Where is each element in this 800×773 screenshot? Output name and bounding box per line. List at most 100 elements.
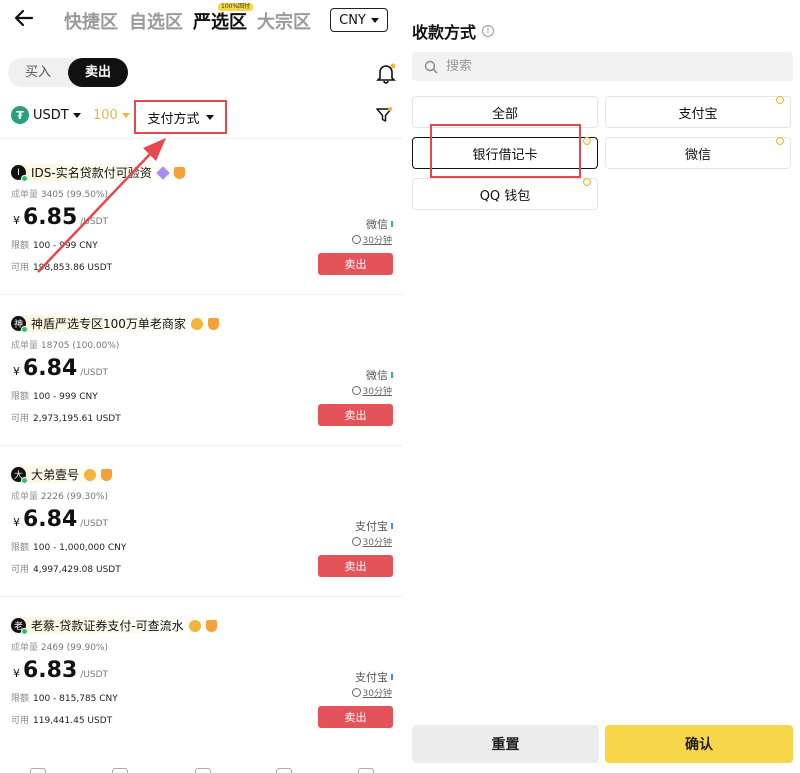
payment-method-text: 支付宝 <box>355 520 388 533</box>
price-unit: /USDT <box>80 217 109 227</box>
buy-sell-toggle: 买入 卖出 <box>8 58 128 87</box>
ad-card[interactable]: 老老蔡-贷款证券支付-可查流水成单量 2469 (99.90%) ¥6.83/US… <box>0 598 402 748</box>
confirm-button[interactable]: 确认 <box>605 725 793 763</box>
limit-label: 限额 <box>11 543 30 553</box>
avatar-letter: I <box>17 167 20 178</box>
coin-badge-icon <box>776 96 784 104</box>
chevron-down-icon <box>205 114 214 120</box>
online-dot-icon <box>21 628 28 635</box>
limit-value: 100 - 815,785 CNY <box>33 694 118 704</box>
available: 可用 4,997,429.08 USDT <box>11 562 121 575</box>
sell-button[interactable]: 卖出 <box>318 253 393 275</box>
tab-selected[interactable]: 严选区 <box>193 8 247 34</box>
merchant-name-text: 大弟壹号 <box>31 468 80 482</box>
payment-method-text: 微信 <box>366 218 388 231</box>
option-label: 全部 <box>491 106 518 122</box>
shield-badge-icon <box>173 166 185 179</box>
sell-button[interactable]: 卖出 <box>318 706 393 728</box>
payment-method-filter[interactable]: 支付方式 <box>134 100 227 134</box>
home-icon[interactable] <box>30 768 46 773</box>
merchant-name[interactable]: 老老蔡-贷款证券支付-可查流水 <box>11 617 225 635</box>
price: ¥6.84/USDT <box>13 356 108 381</box>
option-qq-wallet[interactable]: QQ 钱包 <box>412 178 598 210</box>
order-stats: 成单量 3405 (99.50%) <box>11 187 108 200</box>
available: 可用 119,441.45 USDT <box>11 713 112 726</box>
sell-tab[interactable]: 卖出 <box>68 58 128 87</box>
merchant-name[interactable]: 大大弟壹号 <box>11 466 121 484</box>
currency-selector[interactable]: CNY <box>330 8 388 32</box>
chevron-down-icon <box>72 112 81 118</box>
payment-method: 微信 <box>366 216 393 232</box>
notification-bell-icon[interactable] <box>375 62 397 84</box>
limit: 限额 100 - 999 CNY <box>11 238 98 251</box>
screen: 快捷区 自选区 严选区 100%回付 大宗区 CNY 买入 卖出 ₮ USDT <box>0 0 800 773</box>
asset-selector[interactable]: ₮ USDT <box>11 106 81 124</box>
limit: 限额 100 - 1,000,000 CNY <box>11 540 126 553</box>
pay-time-text: 30分钟 <box>362 387 392 397</box>
stats-value: 2226 (99.30%) <box>40 492 108 502</box>
stats-label: 成单量 <box>11 190 39 200</box>
sheet-title: 收款方式 i <box>412 19 495 43</box>
merchant-name-text: IDS-实名贷款付可验资 <box>31 166 152 180</box>
clock-icon <box>351 537 361 546</box>
limit-value: 100 - 999 CNY <box>33 241 98 251</box>
order-stats: 成单量 2226 (99.30%) <box>11 489 108 502</box>
option-alipay[interactable]: 支付宝 <box>605 96 791 128</box>
sell-button[interactable]: 卖出 <box>318 404 393 426</box>
payment-method: 支付宝 <box>355 518 393 534</box>
limit-label: 限额 <box>11 392 30 402</box>
merchant-name[interactable]: I IDS-实名贷款付可验资 <box>11 164 193 182</box>
avatar: 大 <box>11 467 28 484</box>
avatar: I <box>11 165 28 182</box>
shield-badge-icon <box>207 317 219 330</box>
orders-icon[interactable] <box>276 768 292 773</box>
sell-button[interactable]: 卖出 <box>318 555 393 577</box>
profile-icon[interactable] <box>358 768 374 773</box>
search-input[interactable] <box>446 59 746 74</box>
clock-icon <box>351 386 361 395</box>
coin-badge-icon <box>583 178 591 186</box>
order-stats: 成单量 18705 (100.00%) <box>11 338 119 351</box>
divider <box>0 445 402 446</box>
back-arrow-icon[interactable] <box>12 6 36 30</box>
price-unit: /USDT <box>80 368 109 378</box>
amount-label: 100 <box>93 108 118 123</box>
amount-filter[interactable]: 100 <box>93 108 130 123</box>
payment-method-sheet: 收款方式 i 全部 支付宝 银行借记卡 微信 QQ 钱包 <box>402 0 800 773</box>
diamond-badge-icon <box>155 165 170 180</box>
divider <box>0 138 402 139</box>
price: ¥6.85/USDT <box>13 205 108 230</box>
info-icon[interactable]: i <box>482 25 495 37</box>
stats-value: 2469 (99.90%) <box>40 643 108 653</box>
markets-icon[interactable] <box>112 768 128 773</box>
currency-label: CNY <box>339 12 366 28</box>
limit: 限额 100 - 815,785 CNY <box>11 691 118 704</box>
filter-funnel-icon[interactable] <box>376 107 392 123</box>
price-value: 6.83 <box>23 658 78 683</box>
method-color-icon <box>391 372 393 378</box>
buy-tab[interactable]: 买入 <box>8 58 68 87</box>
ad-card[interactable]: 神神盾严选专区100万单老商家成单量 18705 (100.00%) ¥6.84/… <box>0 296 402 446</box>
reset-button[interactable]: 重置 <box>412 725 599 763</box>
price-value: 6.84 <box>23 356 78 381</box>
trade-icon[interactable] <box>195 768 211 773</box>
tab-quick[interactable]: 快捷区 <box>64 8 118 34</box>
merchant-name[interactable]: 神神盾严选专区100万单老商家 <box>11 315 227 333</box>
method-color-icon <box>391 523 393 529</box>
shield-badge-icon <box>101 468 113 481</box>
merchant-name-text: 老蔡-贷款证券支付-可查流水 <box>31 619 184 633</box>
method-color-icon <box>391 674 393 680</box>
available-label: 可用 <box>11 414 30 424</box>
option-wechat[interactable]: 微信 <box>605 137 791 169</box>
payment-method-text: 微信 <box>366 369 388 382</box>
tab-custom[interactable]: 自选区 <box>129 8 183 34</box>
pay-time-text: 30分钟 <box>362 538 392 548</box>
chevron-down-icon <box>121 113 130 118</box>
chevron-down-icon <box>370 17 379 23</box>
price: ¥6.83/USDT <box>13 658 108 683</box>
ad-card[interactable]: 大大弟壹号 成单量 2226 (99.30%) ¥6.84/USDT 限额 100 - … <box>0 447 402 597</box>
tab-bulk[interactable]: 大宗区 <box>257 8 311 34</box>
order-stats: 成单量 2469 (99.90%) <box>11 640 108 653</box>
p2p-market-panel: 快捷区 自选区 严选区 100%回付 大宗区 CNY 买入 卖出 ₮ USDT <box>0 0 402 773</box>
ad-card[interactable]: I IDS-实名贷款付可验资成单量 3405 (99.50%) ¥6.85/USDT… <box>0 145 402 295</box>
